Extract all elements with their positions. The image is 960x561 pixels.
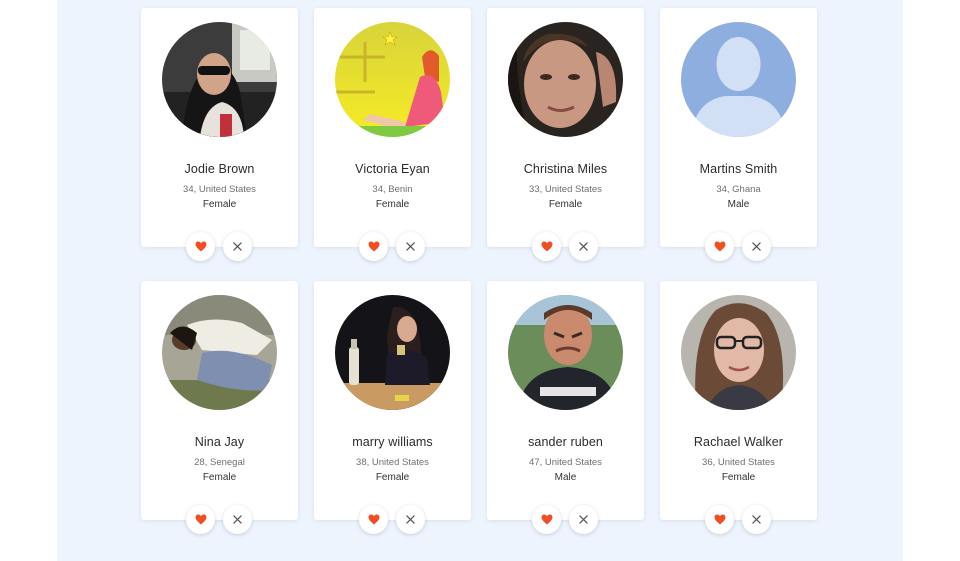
profile-card[interactable]: marry williams 38, United States Female: [314, 281, 471, 534]
profile-age-location: 34, Ghana: [716, 184, 761, 195]
profile-gender: Male: [554, 472, 577, 483]
profile-name: Martins Smith: [699, 162, 778, 176]
like-button[interactable]: [705, 232, 734, 261]
like-button[interactable]: [359, 232, 388, 261]
close-icon: [233, 242, 242, 251]
profile-name: marry williams: [352, 435, 433, 449]
close-icon: [406, 242, 415, 251]
close-icon: [579, 515, 588, 524]
heart-icon: [714, 514, 725, 525]
like-button[interactable]: [186, 505, 215, 534]
profile-gender: Female: [548, 199, 583, 210]
profile-card[interactable]: Christina Miles 33, United States Female: [487, 8, 644, 261]
avatar[interactable]: [508, 22, 623, 137]
heart-icon: [714, 241, 725, 252]
profile-grid: Jodie Brown 34, United States Female Vic…: [0, 0, 960, 561]
like-button[interactable]: [532, 505, 561, 534]
dismiss-button[interactable]: [223, 232, 252, 261]
heart-icon: [541, 241, 552, 252]
profile-age-location: 34, Benin: [372, 184, 413, 195]
profile-name: Rachael Walker: [693, 435, 784, 449]
like-button[interactable]: [705, 505, 734, 534]
dismiss-button[interactable]: [742, 505, 771, 534]
close-icon: [752, 242, 761, 251]
close-icon: [752, 515, 761, 524]
profile-name: Nina Jay: [194, 435, 245, 449]
profile-gender: Female: [375, 199, 410, 210]
profile-age-location: 38, United States: [356, 457, 429, 468]
close-icon: [233, 515, 242, 524]
profile-card[interactable]: Rachael Walker 36, United States Female: [660, 281, 817, 534]
dismiss-button[interactable]: [569, 232, 598, 261]
profile-gender: Female: [202, 199, 237, 210]
heart-icon: [195, 514, 206, 525]
heart-icon: [195, 241, 206, 252]
like-button[interactable]: [186, 232, 215, 261]
like-button[interactable]: [359, 505, 388, 534]
profile-card[interactable]: Nina Jay 28, Senegal Female: [141, 281, 298, 534]
profile-card[interactable]: Jodie Brown 34, United States Female: [141, 8, 298, 261]
heart-icon: [368, 514, 379, 525]
profile-gender: Female: [375, 472, 410, 483]
dismiss-button[interactable]: [396, 232, 425, 261]
dismiss-button[interactable]: [742, 232, 771, 261]
profile-card[interactable]: Martins Smith 34, Ghana Male: [660, 8, 817, 261]
profile-gender: Female: [202, 472, 237, 483]
profile-gender: Female: [721, 472, 756, 483]
profile-card[interactable]: sander ruben 47, United States Male: [487, 281, 644, 534]
profile-age-location: 33, United States: [529, 184, 602, 195]
like-button[interactable]: [532, 232, 561, 261]
profile-name: Victoria Eyan: [355, 162, 430, 176]
avatar[interactable]: [508, 295, 623, 410]
profile-age-location: 36, United States: [702, 457, 775, 468]
profile-gender: Male: [727, 199, 750, 210]
profile-age-location: 47, United States: [529, 457, 602, 468]
avatar[interactable]: [162, 295, 277, 410]
profile-age-location: 34, United States: [183, 184, 256, 195]
heart-icon: [541, 514, 552, 525]
avatar[interactable]: [335, 295, 450, 410]
profile-age-location: 28, Senegal: [194, 457, 245, 468]
dismiss-button[interactable]: [569, 505, 598, 534]
avatar[interactable]: [335, 22, 450, 137]
close-icon: [406, 515, 415, 524]
heart-icon: [368, 241, 379, 252]
profile-name: Jodie Brown: [184, 162, 255, 176]
avatar[interactable]: [681, 295, 796, 410]
profile-name: sander ruben: [528, 435, 603, 449]
close-icon: [579, 242, 588, 251]
avatar[interactable]: [162, 22, 277, 137]
dismiss-button[interactable]: [223, 505, 252, 534]
avatar[interactable]: [681, 22, 796, 137]
dismiss-button[interactable]: [396, 505, 425, 534]
profile-card[interactable]: Victoria Eyan 34, Benin Female: [314, 8, 471, 261]
profile-name: Christina Miles: [523, 162, 608, 176]
